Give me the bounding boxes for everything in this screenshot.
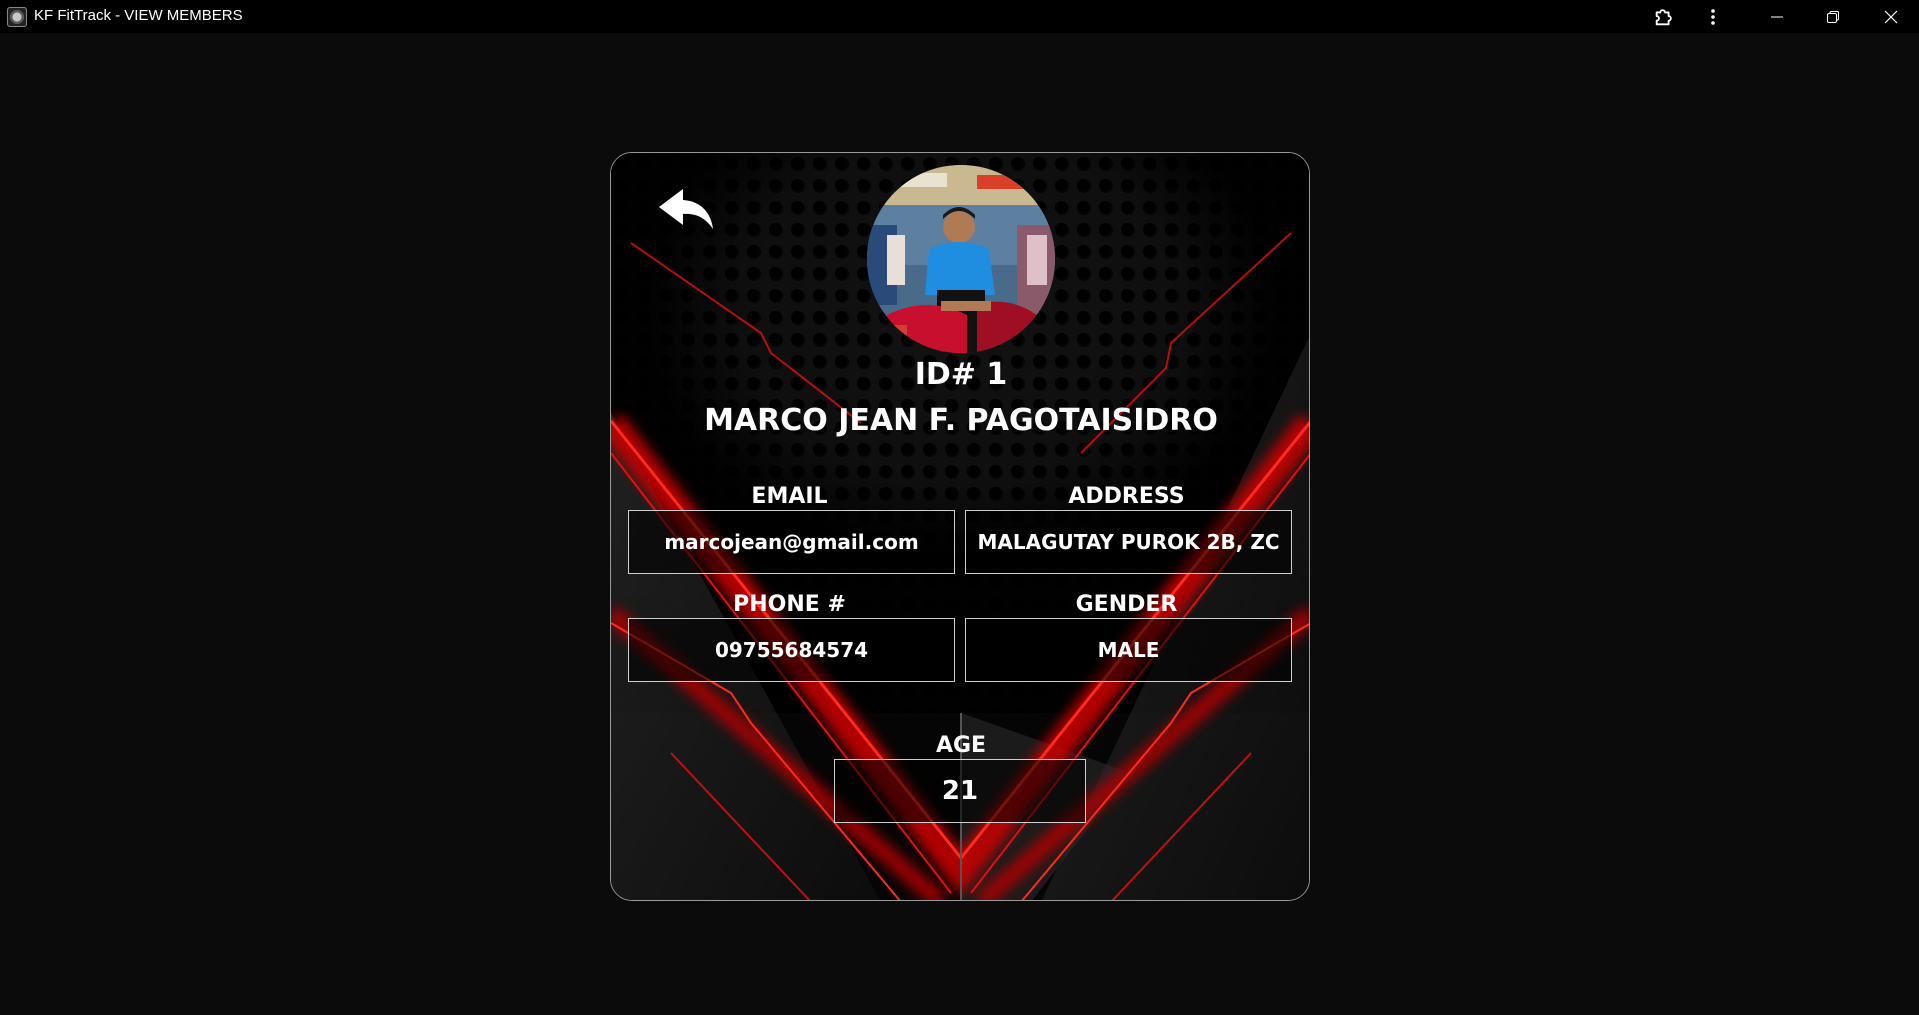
minimize-icon[interactable] (1754, 0, 1800, 33)
member-photo (867, 165, 1055, 353)
gender-label: GENDER (1075, 592, 1178, 617)
puzzle-icon[interactable] (1641, 0, 1687, 33)
age-field[interactable]: 21 (834, 759, 1086, 823)
window-title: KF FitTrack - VIEW MEMBERS (34, 7, 243, 24)
avatar (867, 165, 1055, 353)
gender-field[interactable]: MALE (965, 618, 1292, 682)
phone-label: PHONE # (733, 592, 846, 617)
dumbbell-plate-icon (7, 7, 27, 27)
age-label: AGE (935, 733, 987, 758)
member-name: MARCO JEAN F. PAGOTAISIDRO (704, 403, 1218, 438)
title-bar: KF FitTrack - VIEW MEMBERS (0, 0, 1919, 33)
close-icon[interactable] (1868, 0, 1914, 33)
more-vertical-icon[interactable] (1690, 0, 1736, 33)
member-id: ID# 1 (914, 357, 1008, 392)
email-field[interactable]: marcojean@gmail.com (628, 510, 955, 574)
restore-icon[interactable] (1810, 0, 1856, 33)
address-field[interactable]: MALAGUTAY PUROK 2B, ZC (965, 510, 1292, 574)
back-button[interactable] (657, 187, 717, 233)
member-card: ID# 1 MARCO JEAN F. PAGOTAISIDRO EMAIL m… (610, 152, 1310, 901)
back-arrow-icon (659, 189, 713, 229)
address-label: ADDRESS (1068, 484, 1185, 509)
phone-field[interactable]: 09755684574 (628, 618, 955, 682)
email-label: EMAIL (751, 484, 828, 509)
